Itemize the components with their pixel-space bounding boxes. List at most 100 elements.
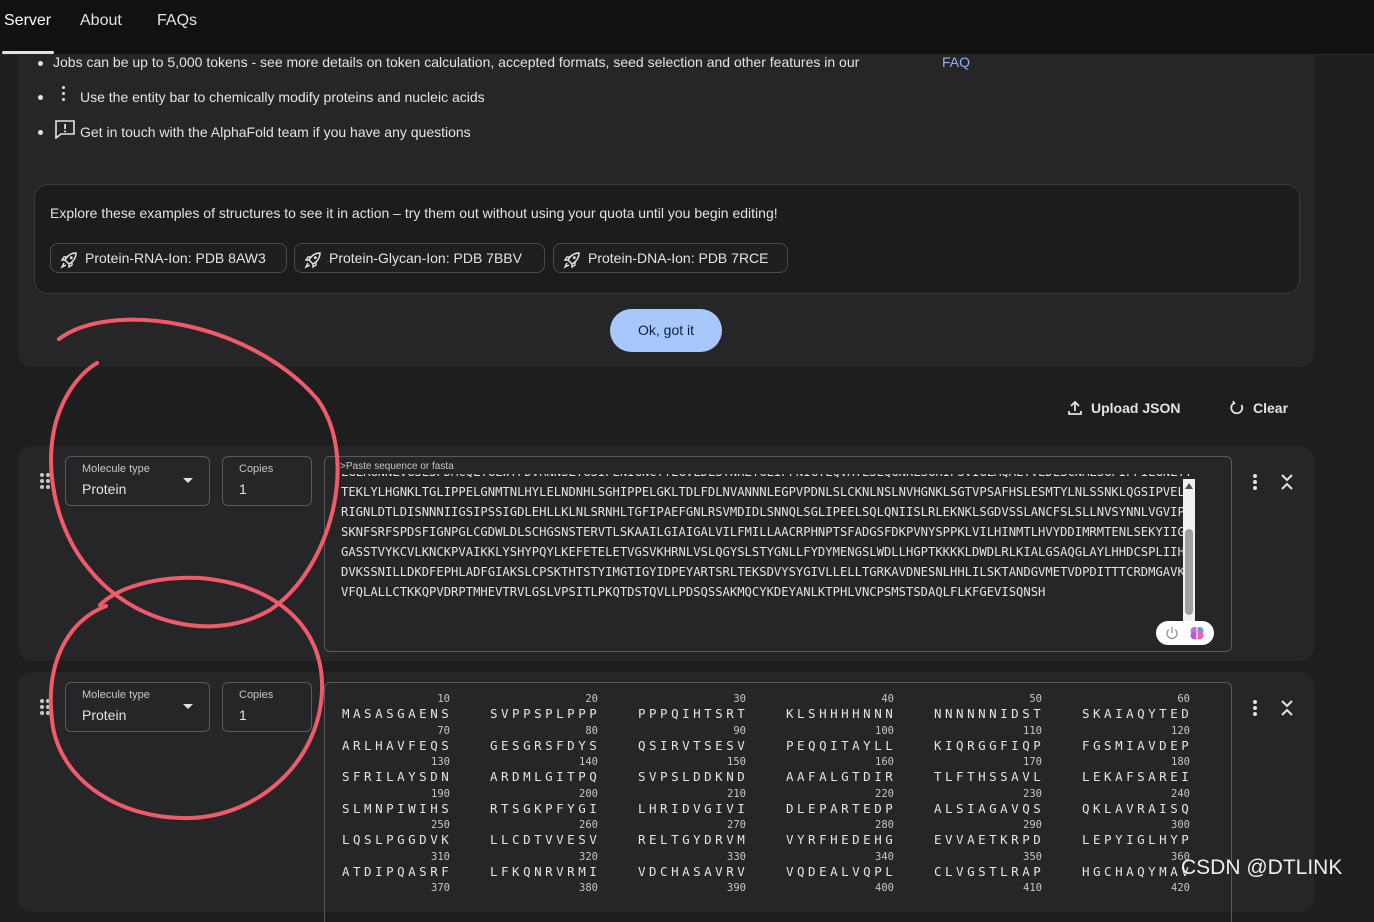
- example-chip-8aw3[interactable]: Protein-RNA-Ion: PDB 8AW3: [50, 243, 287, 273]
- residue-index: 310: [431, 850, 450, 863]
- residue-block: 260 LLCDTVVESV: [472, 819, 602, 850]
- info-panel: Jobs can be up to 5,000 tokens - see mor…: [18, 54, 1314, 367]
- copies-field[interactable]: Copies 1: [222, 456, 312, 506]
- residue-index: 400: [875, 882, 894, 894]
- residue-block: 420: [1064, 882, 1194, 913]
- watermark: CSDN @DTLINK: [1181, 856, 1343, 879]
- example-chip-7bbv[interactable]: Protein-Glycan-Ion: PDB 7BBV: [294, 243, 545, 273]
- tab-about[interactable]: About: [80, 12, 122, 30]
- extension-widget[interactable]: [1156, 621, 1214, 645]
- residue-letters: VYRFHEDEHG: [786, 832, 897, 847]
- residue-block: 50 NNNNNNIDST: [916, 693, 1046, 724]
- faq-link[interactable]: FAQ: [942, 54, 970, 70]
- collapse-icon[interactable]: [1280, 473, 1294, 491]
- examples-intro: Explore these examples of structures to …: [50, 205, 778, 221]
- power-icon[interactable]: [1165, 626, 1179, 640]
- residue-letters: ALSIAGAVQS: [934, 800, 1045, 816]
- chip-label: Protein-DNA-Ion: PDB 7RCE: [588, 250, 769, 266]
- residue-index: 300: [1171, 819, 1190, 831]
- residue-block: 300 LEPYIGLHYP: [1064, 819, 1194, 850]
- residue-letters: VQDEALVQPL: [786, 863, 897, 879]
- residue-block: 90 QSIRVTSESV: [620, 725, 750, 756]
- residue-letters: NNNNNNIDST: [934, 706, 1045, 721]
- molecule-type-select[interactable]: Molecule type Protein: [65, 456, 210, 506]
- residue-block: 120 FGSMIAVDEP: [1064, 725, 1194, 756]
- residue-block: 130 SFRILAYSDN: [324, 756, 454, 787]
- residue-index: 110: [1023, 724, 1042, 737]
- more-options-icon[interactable]: [1253, 700, 1257, 716]
- residue-block: 310 ATDIPQASRF: [324, 851, 454, 882]
- residue-block: 230 ALSIAGAVQS: [916, 788, 1046, 819]
- residue-index: 40: [881, 693, 894, 705]
- sequence-input[interactable]: >Paste sequence or fasta LGLRGNNLVGSLSPD…: [324, 456, 1232, 652]
- residue-block: 200 RTSGKPFYGI: [472, 788, 602, 819]
- residue-index: 140: [579, 756, 598, 768]
- kebab-icon: [62, 86, 66, 102]
- molecule-type-select[interactable]: Molecule type Protein: [65, 682, 210, 732]
- residue-letters: SKAIAQYTED: [1082, 706, 1193, 721]
- molecule-type-label: Molecule type: [82, 689, 150, 701]
- tab-faqs[interactable]: FAQs: [157, 12, 197, 30]
- residue-letters: SLMNPIWIHS: [342, 800, 453, 816]
- sequence-scrollbar[interactable]: [1183, 479, 1195, 621]
- residue-index: 390: [727, 882, 746, 894]
- residue-index: 280: [875, 819, 894, 831]
- residue-letters: PEQQITAYLL: [786, 737, 897, 753]
- sequence-placeholder: >Paste sequence or fasta: [340, 461, 454, 472]
- tab-server[interactable]: Server: [4, 12, 51, 30]
- scroll-up-arrow-icon[interactable]: [1185, 483, 1193, 489]
- residue-index: 370: [431, 882, 450, 894]
- upload-json-button[interactable]: Upload JSON: [1067, 399, 1187, 419]
- copies-label: Copies: [239, 689, 274, 701]
- residue-block: 110 KIQRGGFIQP: [916, 725, 1046, 756]
- more-options-icon[interactable]: [1253, 474, 1257, 490]
- residue-index: 10: [437, 693, 450, 705]
- residue-letters: ARLHAVFEQS: [342, 737, 453, 753]
- molecule-entry-1: Molecule type Protein Copies 1 >Paste se…: [18, 446, 1314, 661]
- residue-index: 290: [1023, 819, 1042, 831]
- copies-value: 1: [239, 707, 247, 723]
- residue-block: 330 VDCHASAVRV: [620, 851, 750, 882]
- residue-block: 380: [472, 882, 602, 913]
- drag-handle-icon[interactable]: [40, 473, 50, 491]
- residue-block: 390: [620, 882, 750, 913]
- residue-block: 290 EVVAETKRPD: [916, 819, 1046, 850]
- bullet-dot: [38, 95, 43, 100]
- residue-letters: QSIRVTSESV: [638, 737, 749, 753]
- drag-handle-icon[interactable]: [40, 699, 50, 717]
- residue-index: 210: [727, 787, 746, 800]
- residue-index: 200: [579, 787, 598, 800]
- residue-letters: LHRIDVGIVI: [638, 800, 749, 816]
- residue-block: 190 SLMNPIWIHS: [324, 788, 454, 819]
- residue-index: 100: [875, 724, 894, 737]
- scroll-thumb[interactable]: [1185, 529, 1193, 615]
- clear-button[interactable]: Clear: [1229, 399, 1299, 419]
- residue-block: 70 ARLHAVFEQS: [324, 725, 454, 756]
- residue-row: 250 LQSLPGGDVK 260 LLCDTVVESV 270 RELTGYDRVM 2…: [324, 819, 1214, 850]
- residue-letters: SVPPSPLPPP: [490, 706, 601, 721]
- example-chip-7rce[interactable]: Protein-DNA-Ion: PDB 7RCE: [553, 243, 788, 273]
- residue-index: 150: [727, 756, 746, 768]
- residue-index: 220: [875, 787, 894, 800]
- residue-row: 370 380 390 400 410 420: [324, 882, 1214, 913]
- chip-label: Protein-RNA-Ion: PDB 8AW3: [85, 250, 266, 266]
- residue-block: 140 ARDMLGITPQ: [472, 756, 602, 787]
- ok-got-it-button[interactable]: Ok, got it: [610, 309, 722, 352]
- bullet-dot: [38, 130, 43, 135]
- rocket-icon: [563, 252, 580, 269]
- sequence-text[interactable]: LGLRGNNLVGSLSPDMCQLTGLWYFDVRNNSLTGSIPENI…: [341, 474, 1197, 602]
- brain-icon[interactable]: [1189, 625, 1205, 641]
- residue-row: 190 SLMNPIWIHS 200 RTSGKPFYGI 210 LHRIDVGIVI 2…: [324, 788, 1214, 819]
- residue-block: 160 AAFALGTDIR: [768, 756, 898, 787]
- residue-index: 350: [1023, 850, 1042, 863]
- residue-index: 130: [431, 756, 450, 768]
- chip-label: Protein-Glycan-Ion: PDB 7BBV: [329, 250, 522, 266]
- residue-letters: LFKQNRVRMI: [490, 863, 601, 879]
- residue-block: 270 RELTGYDRVM: [620, 819, 750, 850]
- copies-field[interactable]: Copies 1: [222, 682, 312, 732]
- collapse-icon[interactable]: [1280, 699, 1294, 717]
- residue-row: 10 MASASGAENS 20 SVPPSPLPPP 30 PPPQIHTSRT 40 KL…: [324, 693, 1214, 724]
- residue-block: 250 LQSLPGGDVK: [324, 819, 454, 850]
- residue-letters: HGCHAQYMAV: [1082, 863, 1193, 879]
- residue-letters: TLFTHSSAVL: [934, 769, 1045, 784]
